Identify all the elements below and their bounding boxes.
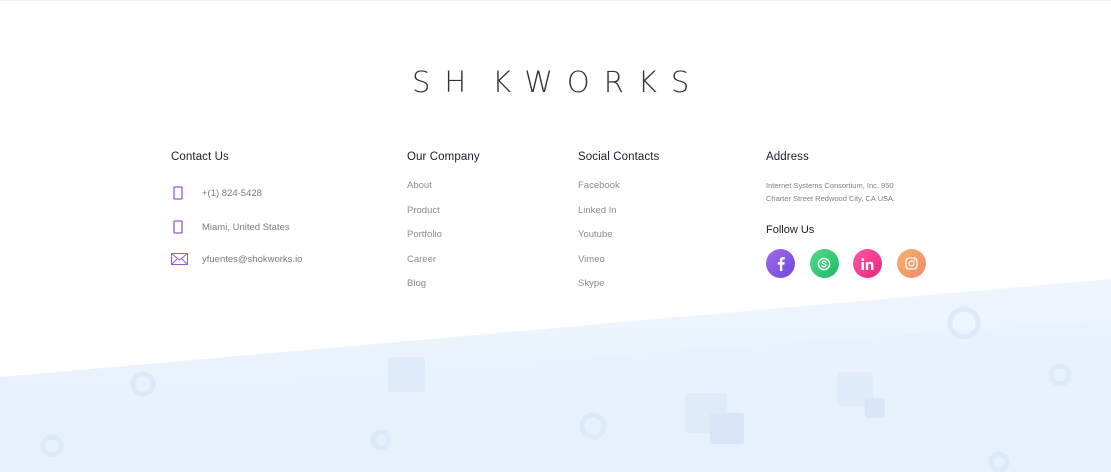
contact-heading: Contact Us [171,151,229,163]
address-heading: Address [766,151,809,163]
address-line-1: Internet Systems Consortium, Inc. 950 [766,181,894,190]
company-link-blog[interactable]: Blog [407,278,426,289]
location-icon [171,220,185,234]
social-link-skype[interactable]: Skype [578,278,604,289]
address-column: Address Internet Systems Consortium, Inc… [766,149,956,278]
social-link-facebook[interactable]: Facebook [578,180,620,191]
linkedin-icon[interactable] [853,249,882,278]
email-address: yfuentes@shokworks.io [202,253,303,265]
social-link-youtube[interactable]: Youtube [578,229,613,240]
address-text: Internet Systems Consortium, Inc. 950 Ch… [766,179,946,205]
social-icons [766,249,940,278]
social-link-vimeo[interactable]: Vimeo [578,254,605,265]
company-heading: Our Company [407,151,480,163]
mail-icon [171,252,188,266]
location-row: Miami, United States [171,220,290,234]
address-line-2: Charter Street Redwood City, CA USA. [766,194,896,203]
footer-page: SH KWORKS Contact Us +(1) 824-5428 Miami… [0,0,1111,472]
phone-icon [171,186,185,200]
company-link-product[interactable]: Product [407,205,440,216]
follow-heading: Follow Us [766,224,815,236]
company-link-about[interactable]: About [407,180,432,191]
social-link-linkedin[interactable]: Linked In [578,205,617,216]
logo-text-left: SH [412,65,481,99]
phone-number: +(1) 824-5428 [202,187,262,199]
skype-icon[interactable] [809,249,839,278]
phone-row[interactable]: +(1) 824-5428 [171,186,262,200]
company-links: About Product Portfolio Career Blog [407,179,442,302]
social-column: Social Contacts Facebook Linked In Youtu… [578,149,728,289]
social-heading: Social Contacts [578,151,660,163]
facebook-icon[interactable] [766,249,795,278]
company-link-portfolio[interactable]: Portfolio [407,229,442,240]
company-column: Our Company About Product Portfolio Care… [407,149,547,289]
logo-text-right: KWORKS [492,65,704,99]
location-text: Miami, United States [202,221,290,233]
instagram-icon[interactable] [896,249,926,278]
social-links: Facebook Linked In Youtube Vimeo Skype [578,179,620,302]
contact-column: Contact Us +(1) 824-5428 Miami, United S… [171,149,371,265]
shokworks-logo[interactable]: SH KWORKS [412,64,702,100]
email-row[interactable]: yfuentes@shokworks.io [171,252,302,266]
company-link-career[interactable]: Career [407,254,436,265]
